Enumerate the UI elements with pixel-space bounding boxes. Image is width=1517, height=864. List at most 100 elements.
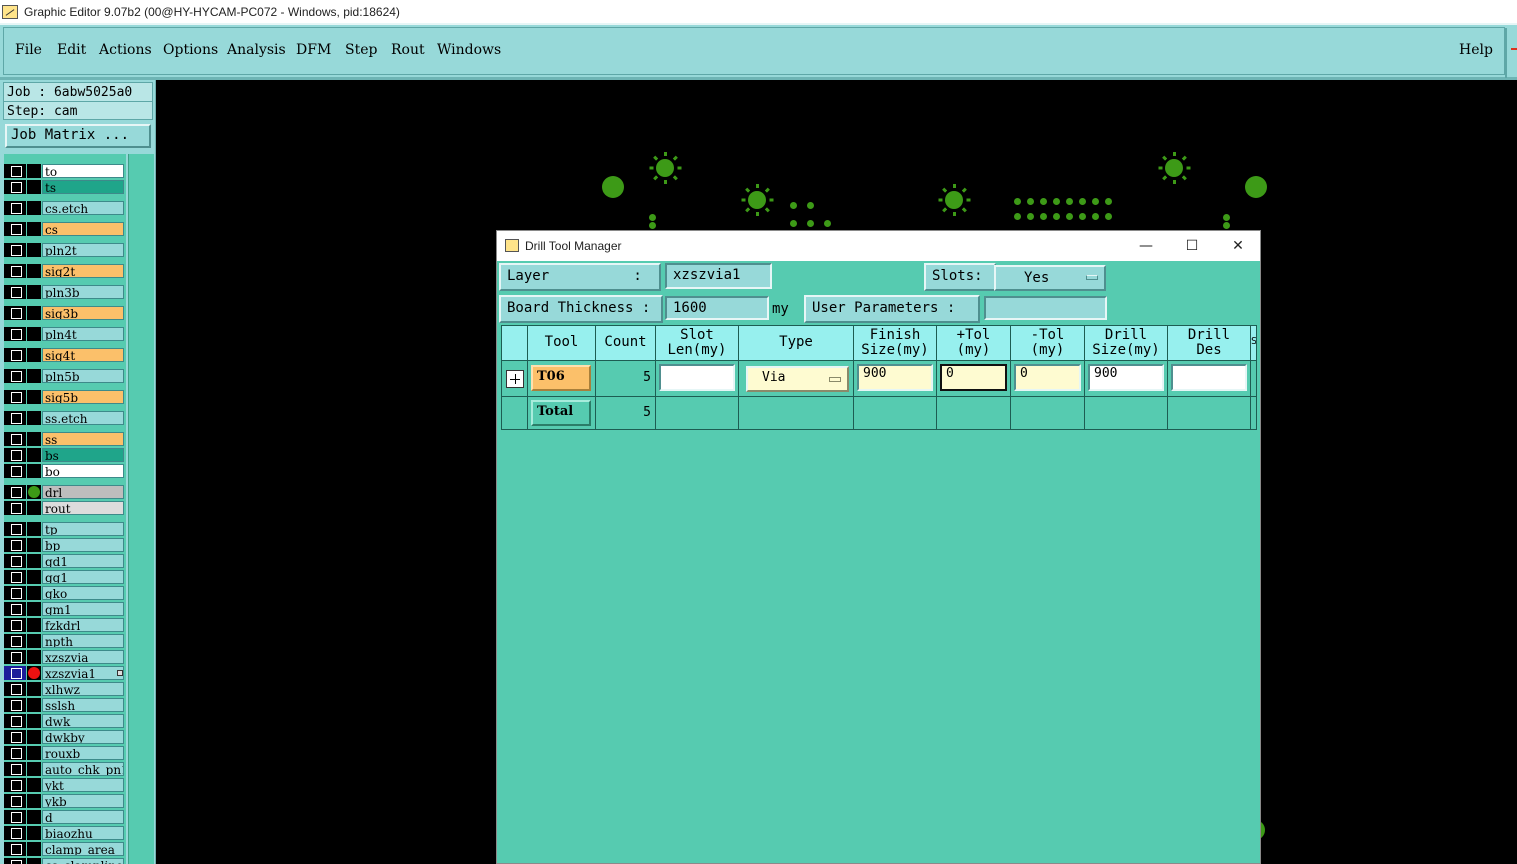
layer-checkbox[interactable] bbox=[4, 698, 26, 712]
layer-name[interactable]: biaozhu bbox=[42, 826, 124, 840]
layer-name[interactable]: auto_chk_pn1 bbox=[42, 762, 124, 776]
layer-name[interactable]: d bbox=[42, 810, 124, 824]
layer-display-indicator[interactable] bbox=[27, 464, 41, 478]
layer-display-indicator[interactable] bbox=[27, 746, 41, 760]
layer-row-biaozhu[interactable]: biaozhu bbox=[4, 826, 124, 840]
layer-row-gd1[interactable]: gd1 bbox=[4, 554, 124, 568]
layer-display-indicator[interactable] bbox=[27, 411, 41, 425]
layer-display-indicator[interactable] bbox=[27, 369, 41, 383]
layer-name[interactable]: gd1 bbox=[42, 554, 124, 568]
layer-name[interactable]: xzszvia bbox=[42, 650, 124, 664]
user-parameters-field[interactable] bbox=[984, 296, 1107, 320]
layer-name[interactable]: sig3b bbox=[42, 306, 124, 320]
menu-dfm[interactable]: DFM bbox=[296, 42, 331, 58]
layer-list-scrollbar[interactable] bbox=[128, 154, 154, 864]
layer-display-indicator[interactable] bbox=[27, 485, 41, 499]
menu-edit[interactable]: Edit bbox=[57, 42, 86, 58]
layer-checkbox[interactable] bbox=[4, 810, 26, 824]
layer-row-xzszvia1[interactable]: xzszvia1 bbox=[4, 666, 124, 680]
layer-name[interactable]: dwkby bbox=[42, 730, 124, 744]
layer-row-pln4t[interactable]: pln4t bbox=[4, 327, 124, 341]
layer-checkbox[interactable] bbox=[4, 411, 26, 425]
layer-row-npth[interactable]: npth bbox=[4, 634, 124, 648]
layer-row-ts[interactable]: ts bbox=[4, 180, 124, 194]
drill-size-input[interactable]: 900 bbox=[1088, 364, 1164, 391]
layer-checkbox[interactable] bbox=[4, 682, 26, 696]
layer-checkbox[interactable] bbox=[4, 348, 26, 362]
layer-row-cs-clampline[interactable]: cs_clampline bbox=[4, 858, 124, 864]
layer-name[interactable]: pln3b bbox=[42, 285, 124, 299]
layer-row-sig3b[interactable]: sig3b bbox=[4, 306, 124, 320]
layer-checkbox[interactable] bbox=[4, 222, 26, 236]
layer-row-auto-chk-pn1[interactable]: auto_chk_pn1 bbox=[4, 762, 124, 776]
layer-name[interactable]: sig4t bbox=[42, 348, 124, 362]
layer-row-sig5b[interactable]: sig5b bbox=[4, 390, 124, 404]
slots-option-menu[interactable]: Yes bbox=[994, 265, 1106, 291]
layer-checkbox[interactable] bbox=[4, 714, 26, 728]
layer-checkbox[interactable] bbox=[4, 448, 26, 462]
board-thickness-field[interactable]: 1600 bbox=[665, 296, 769, 320]
slot-len-input[interactable] bbox=[659, 364, 735, 391]
layer-name[interactable]: fzkdrl bbox=[42, 618, 124, 632]
layer-display-indicator[interactable] bbox=[27, 666, 41, 680]
layer-row-xlhwz[interactable]: xlhwz bbox=[4, 682, 124, 696]
layer-checkbox[interactable] bbox=[4, 538, 26, 552]
layer-name[interactable]: pln5b bbox=[42, 369, 124, 383]
layer-checkbox[interactable] bbox=[4, 554, 26, 568]
layer-checkbox[interactable] bbox=[4, 464, 26, 478]
layer-display-indicator[interactable] bbox=[27, 164, 41, 178]
close-icon[interactable]: ✕ bbox=[1215, 231, 1261, 261]
layer-display-indicator[interactable] bbox=[27, 285, 41, 299]
layer-display-indicator[interactable] bbox=[27, 501, 41, 515]
layer-name[interactable]: sig2t bbox=[42, 264, 124, 278]
layer-row-dwk[interactable]: dwk bbox=[4, 714, 124, 728]
layer-name[interactable]: cs_clampline bbox=[42, 858, 124, 864]
job-matrix-button[interactable]: Job Matrix ... bbox=[5, 124, 151, 148]
layer-display-indicator[interactable] bbox=[27, 650, 41, 664]
layer-checkbox[interactable] bbox=[4, 634, 26, 648]
layer-checkbox[interactable] bbox=[4, 842, 26, 856]
layer-display-indicator[interactable] bbox=[27, 586, 41, 600]
layer-row-sslsh[interactable]: sslsh bbox=[4, 698, 124, 712]
layer-checkbox[interactable] bbox=[4, 243, 26, 257]
maximize-icon[interactable]: ☐ bbox=[1169, 231, 1215, 261]
drill-des-input[interactable] bbox=[1171, 364, 1247, 391]
layer-name[interactable]: xzszvia1 bbox=[42, 666, 124, 680]
layer-display-indicator[interactable] bbox=[27, 714, 41, 728]
layer-row-d[interactable]: d bbox=[4, 810, 124, 824]
layer-checkbox[interactable] bbox=[4, 762, 26, 776]
layer-field[interactable]: xzszvia1 bbox=[665, 263, 772, 289]
layer-checkbox[interactable] bbox=[4, 666, 26, 680]
layer-checkbox[interactable] bbox=[4, 778, 26, 792]
layer-row-gko[interactable]: gko bbox=[4, 586, 124, 600]
layer-display-indicator[interactable] bbox=[27, 222, 41, 236]
layer-display-indicator[interactable] bbox=[27, 306, 41, 320]
layer-display-indicator[interactable] bbox=[27, 432, 41, 446]
layer-row-dwkby[interactable]: dwkby bbox=[4, 730, 124, 744]
layer-name[interactable]: gm1 bbox=[42, 602, 124, 616]
layer-name[interactable]: bp bbox=[42, 538, 124, 552]
layer-display-indicator[interactable] bbox=[27, 730, 41, 744]
layer-name[interactable]: rouxb bbox=[42, 746, 124, 760]
menu-help[interactable]: Help bbox=[1459, 42, 1493, 58]
layer-row-sig2t[interactable]: sig2t bbox=[4, 264, 124, 278]
layer-display-indicator[interactable] bbox=[27, 778, 41, 792]
layer-checkbox[interactable] bbox=[4, 858, 26, 864]
layer-row-fzkdrl[interactable]: fzkdrl bbox=[4, 618, 124, 632]
layer-row-pln3b[interactable]: pln3b bbox=[4, 285, 124, 299]
layer-checkbox[interactable] bbox=[4, 180, 26, 194]
menu-analysis[interactable]: Analysis bbox=[227, 42, 286, 58]
layer-checkbox[interactable] bbox=[4, 306, 26, 320]
layer-name[interactable]: pln4t bbox=[42, 327, 124, 341]
layer-checkbox[interactable] bbox=[4, 650, 26, 664]
layer-display-indicator[interactable] bbox=[27, 390, 41, 404]
layer-display-indicator[interactable] bbox=[27, 762, 41, 776]
menu-file[interactable]: File bbox=[15, 42, 42, 58]
menu-windows[interactable]: Windows bbox=[437, 42, 501, 58]
layer-display-indicator[interactable] bbox=[27, 448, 41, 462]
layer-checkbox[interactable] bbox=[4, 369, 26, 383]
layer-name[interactable]: gko bbox=[42, 586, 124, 600]
layer-row-ss[interactable]: ss bbox=[4, 432, 124, 446]
finish-size-input[interactable]: 900 bbox=[857, 364, 933, 391]
layer-name[interactable]: bs bbox=[42, 448, 124, 462]
